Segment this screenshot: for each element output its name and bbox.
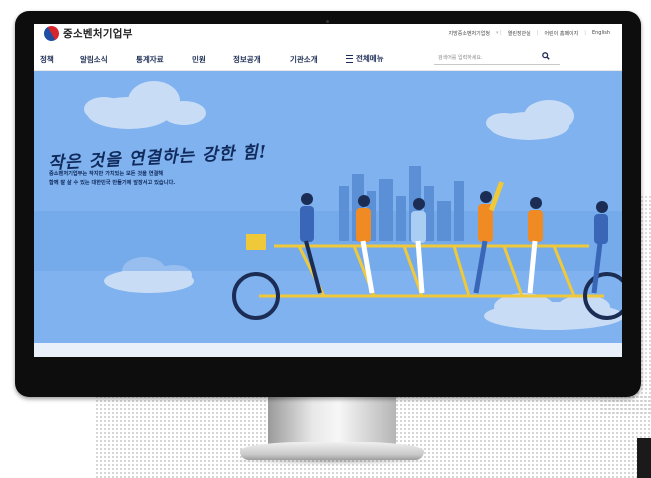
hero-subtext: 중소벤처기업부는 작지만 가치있는 모든 것을 연결해 함께 잘 살 수 있는 … — [49, 170, 175, 188]
site-logo[interactable]: 중소벤처기업부 — [41, 24, 133, 44]
corner-object — [637, 438, 651, 478]
nav-item-disclosure[interactable]: 정보공개 — [233, 54, 261, 65]
logo-text: 중소벤처기업부 — [63, 28, 133, 40]
cloud-top-left — [84, 81, 206, 129]
search-placeholder: 검색어를 입력하세요. — [438, 55, 483, 61]
utility-link-kids[interactable]: 어린이 홈페이지 — [544, 30, 578, 37]
separator: | — [536, 30, 539, 36]
government-logo-icon — [41, 24, 62, 44]
utility-link-minister[interactable]: 열린장관실 — [508, 30, 531, 37]
utility-link-english[interactable]: English — [592, 30, 610, 37]
nav-item-civil[interactable]: 민원 — [192, 54, 206, 65]
utility-links: 지방중소벤처기업청 ▾ | 열린장관실 | 어린이 홈페이지 | English — [449, 30, 610, 37]
nav-item-policy[interactable]: 정책 — [40, 54, 54, 65]
cloud-bottom-right — [484, 293, 622, 330]
monitor-stand-neck — [268, 396, 396, 448]
nav-item-news[interactable]: 알림소식 — [80, 54, 108, 65]
all-menu-label: 전체메뉴 — [356, 54, 384, 63]
hamburger-icon — [346, 54, 353, 63]
utility-link-regional[interactable]: 지방중소벤처기업청 — [449, 30, 490, 37]
nav-item-statistics[interactable]: 통계자료 — [136, 54, 164, 65]
main-nav: 정책 알림소식 통계자료 민원 정보공개 기관소개 전체메뉴 검색어를 입력하세… — [34, 46, 622, 71]
monitor-stand-base — [240, 442, 424, 460]
hero-subtext-line2: 함께 잘 살 수 있는 대한민국 만들기에 앞장서고 있습니다. — [49, 180, 176, 186]
hero-bottom-strip — [34, 343, 622, 357]
separator: ▾ | — [495, 30, 502, 36]
top-bar: 중소벤처기업부 지방중소벤처기업청 ▾ | 열린장관실 | 어린이 홈페이지 |… — [34, 24, 622, 46]
camera-dot — [326, 20, 329, 23]
monitor-screen: 중소벤처기업부 지방중소벤처기업청 ▾ | 열린장관실 | 어린이 홈페이지 |… — [34, 24, 622, 357]
hero-illustration — [34, 81, 622, 330]
search-icon[interactable] — [542, 52, 550, 60]
separator: | — [584, 30, 586, 36]
nav-item-about[interactable]: 기관소개 — [290, 54, 318, 65]
hero-banner: 작은 것을 연결하는 강한 힘! 중소벤처기업부는 작지만 가치있는 모든 것을… — [34, 71, 622, 357]
hero-subtext-line1: 중소벤처기업부는 작지만 가치있는 모든 것을 연결해 — [49, 171, 164, 177]
bike-basket — [246, 234, 266, 250]
cloud-top-right — [486, 100, 574, 140]
all-menu-button[interactable]: 전체메뉴 — [346, 53, 384, 64]
